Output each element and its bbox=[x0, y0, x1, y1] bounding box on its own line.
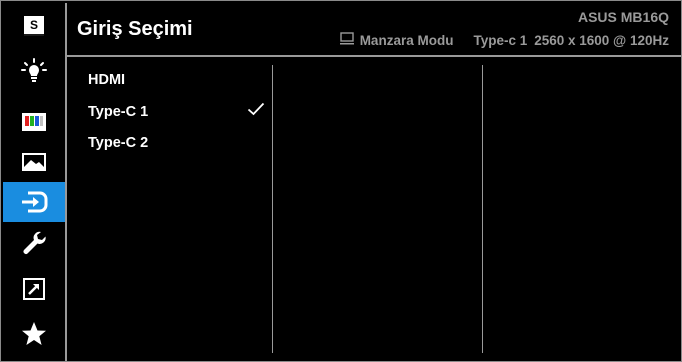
header-divider bbox=[67, 55, 681, 57]
checkmark-icon bbox=[247, 102, 265, 116]
current-input: Type-c 1 bbox=[473, 32, 528, 48]
color-icon bbox=[22, 113, 46, 131]
landscape-screen-icon bbox=[339, 32, 354, 48]
sidebar-item-splendid[interactable]: S bbox=[3, 6, 65, 46]
blue-light-filter-icon bbox=[21, 58, 47, 82]
system-setup-icon bbox=[23, 231, 46, 254]
sidebar-item-blue-light-filter[interactable] bbox=[3, 51, 65, 91]
input-select-icon bbox=[22, 191, 48, 213]
sidebar-item-system-setup[interactable] bbox=[3, 223, 65, 263]
option-type-c-2[interactable]: Type-C 2 bbox=[88, 135, 148, 151]
page-title: Giriş Seçimi bbox=[77, 18, 193, 40]
splendid-icon: S bbox=[24, 16, 44, 36]
myfavorite-icon bbox=[22, 322, 46, 345]
column-divider-2 bbox=[482, 65, 483, 353]
monitor-model: ASUS MB16Q bbox=[577, 9, 669, 25]
resolution: 2560 x 1600 @ 120Hz bbox=[534, 32, 669, 48]
splendid-label: S bbox=[30, 18, 38, 32]
column-divider-1 bbox=[272, 65, 273, 353]
status-line: Manzara Modu Type-c 1 2560 x 1600 @ 120H… bbox=[339, 32, 669, 48]
shortcut-icon bbox=[23, 278, 45, 300]
osd-menu: S Giriş Seçimi ASUS MB16Q Manzara Modu T… bbox=[0, 0, 682, 362]
sidebar-item-color[interactable] bbox=[3, 102, 65, 142]
display-mode: Manzara Modu bbox=[359, 32, 454, 48]
header: Giriş Seçimi ASUS MB16Q Manzara Modu Typ… bbox=[67, 3, 681, 55]
sidebar: S bbox=[3, 3, 65, 361]
option-type-c-1[interactable]: Type-C 1 bbox=[88, 104, 148, 120]
sidebar-item-image[interactable] bbox=[3, 142, 65, 182]
image-icon bbox=[22, 153, 46, 171]
sidebar-item-input-select[interactable] bbox=[3, 182, 65, 222]
option-hdmi[interactable]: HDMI bbox=[88, 72, 125, 88]
sidebar-item-myfavorite[interactable] bbox=[3, 314, 65, 354]
sidebar-item-shortcut[interactable] bbox=[3, 269, 65, 309]
